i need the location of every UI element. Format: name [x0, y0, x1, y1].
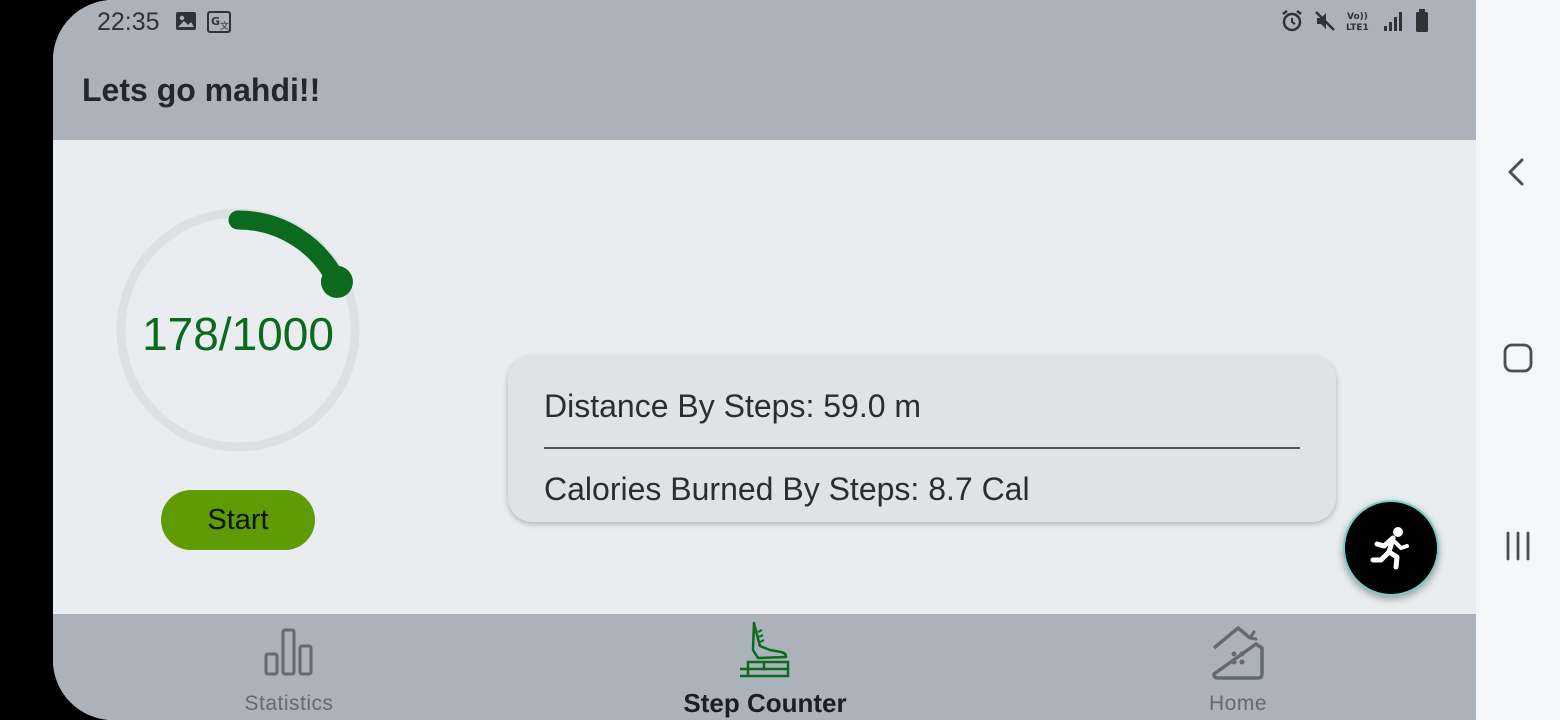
translate-icon: G 文 — [207, 11, 231, 33]
system-navigation-bar — [1476, 0, 1560, 720]
start-button[interactable]: Start — [161, 490, 315, 550]
home-icon — [1212, 626, 1264, 680]
status-bar: 22:35 G 文 Vo)) LTE1 — [53, 0, 1476, 44]
signal-icon — [1384, 12, 1402, 31]
recents-icon[interactable] — [1502, 530, 1534, 562]
home-square-icon[interactable] — [1502, 342, 1534, 374]
status-right-icons: Vo)) LTE1 — [1280, 9, 1430, 33]
app-screen: 22:35 G 文 Vo)) LTE1 Lets go mahdi!! 178/… — [53, 0, 1476, 720]
nav-label-step-counter: Step Counter — [683, 688, 847, 718]
shoe-step-icon — [740, 621, 790, 678]
svg-text:Vo)): Vo)) — [1347, 12, 1368, 22]
app-bar: Lets go mahdi!! — [53, 44, 1476, 140]
alarm-icon — [1282, 10, 1302, 32]
bottom-navigation: Statistics Step Counter Home — [53, 614, 1476, 720]
calories-text: Calories Burned By Steps: 8.7 Cal — [544, 471, 1030, 507]
step-progress-ring: 178/1000 — [113, 205, 363, 455]
running-person-icon — [1370, 527, 1409, 570]
run-fab-button[interactable] — [1343, 500, 1439, 596]
image-icon — [176, 12, 196, 30]
volte-icon: Vo)) LTE1 — [1346, 12, 1369, 33]
mute-icon — [1315, 11, 1335, 31]
nav-item-statistics[interactable]: Statistics — [139, 614, 439, 720]
distance-text: Distance By Steps: 59.0 m — [544, 388, 922, 424]
nav-label-statistics: Statistics — [244, 692, 334, 715]
step-count-text: 178/1000 — [142, 308, 334, 360]
battery-icon — [1416, 9, 1428, 32]
svg-text:文: 文 — [220, 20, 229, 32]
app-title: Lets go mahdi!! — [82, 72, 321, 108]
nav-item-home[interactable]: Home — [1088, 614, 1388, 720]
status-time: 22:35 — [97, 8, 160, 36]
status-left-icons: G 文 — [175, 11, 231, 33]
svg-text:LTE1: LTE1 — [1346, 23, 1369, 33]
stats-card: Distance By Steps: 59.0 m Calories Burne… — [508, 356, 1336, 522]
svg-text:G: G — [211, 15, 220, 28]
nav-label-home: Home — [1208, 692, 1268, 715]
nav-item-step-counter[interactable]: Step Counter — [615, 614, 915, 720]
card-divider — [544, 447, 1300, 449]
back-icon[interactable] — [1502, 156, 1534, 188]
bar-chart-icon — [264, 628, 313, 676]
